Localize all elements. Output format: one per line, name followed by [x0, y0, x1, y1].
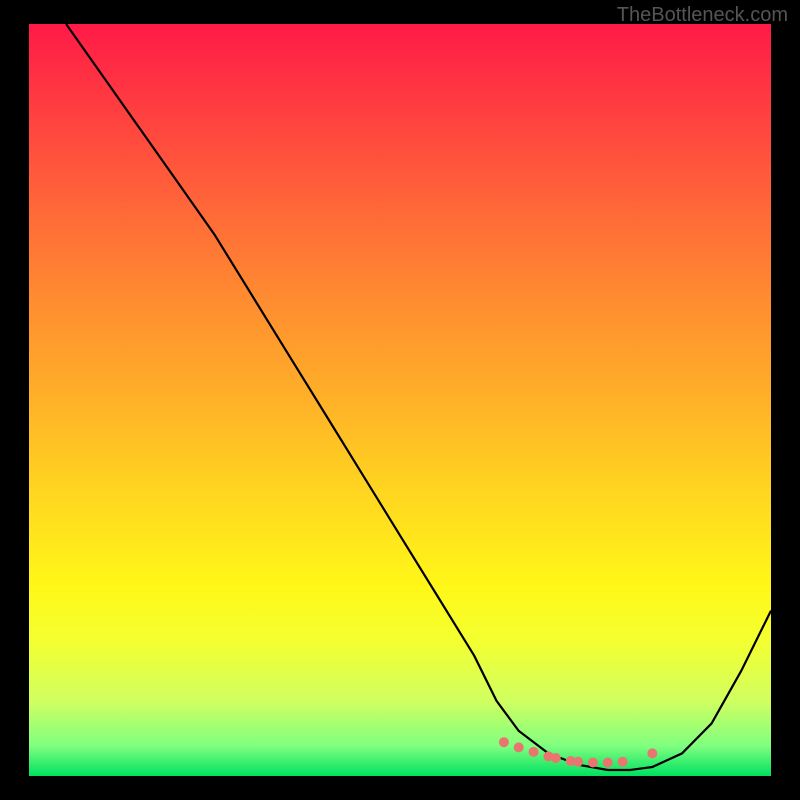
optimal-range-markers [499, 737, 657, 767]
marker-dot [499, 737, 509, 747]
marker-dot [529, 747, 539, 757]
marker-dot [603, 758, 613, 768]
marker-dot [618, 757, 628, 767]
bottleneck-curve [66, 24, 771, 770]
chart-svg [29, 24, 771, 776]
marker-dot [573, 757, 583, 767]
marker-dot [588, 758, 598, 768]
marker-dot [514, 742, 524, 752]
watermark-text: TheBottleneck.com [617, 4, 788, 27]
plot-area [29, 24, 771, 776]
marker-dot [551, 753, 561, 763]
marker-dot [647, 748, 657, 758]
